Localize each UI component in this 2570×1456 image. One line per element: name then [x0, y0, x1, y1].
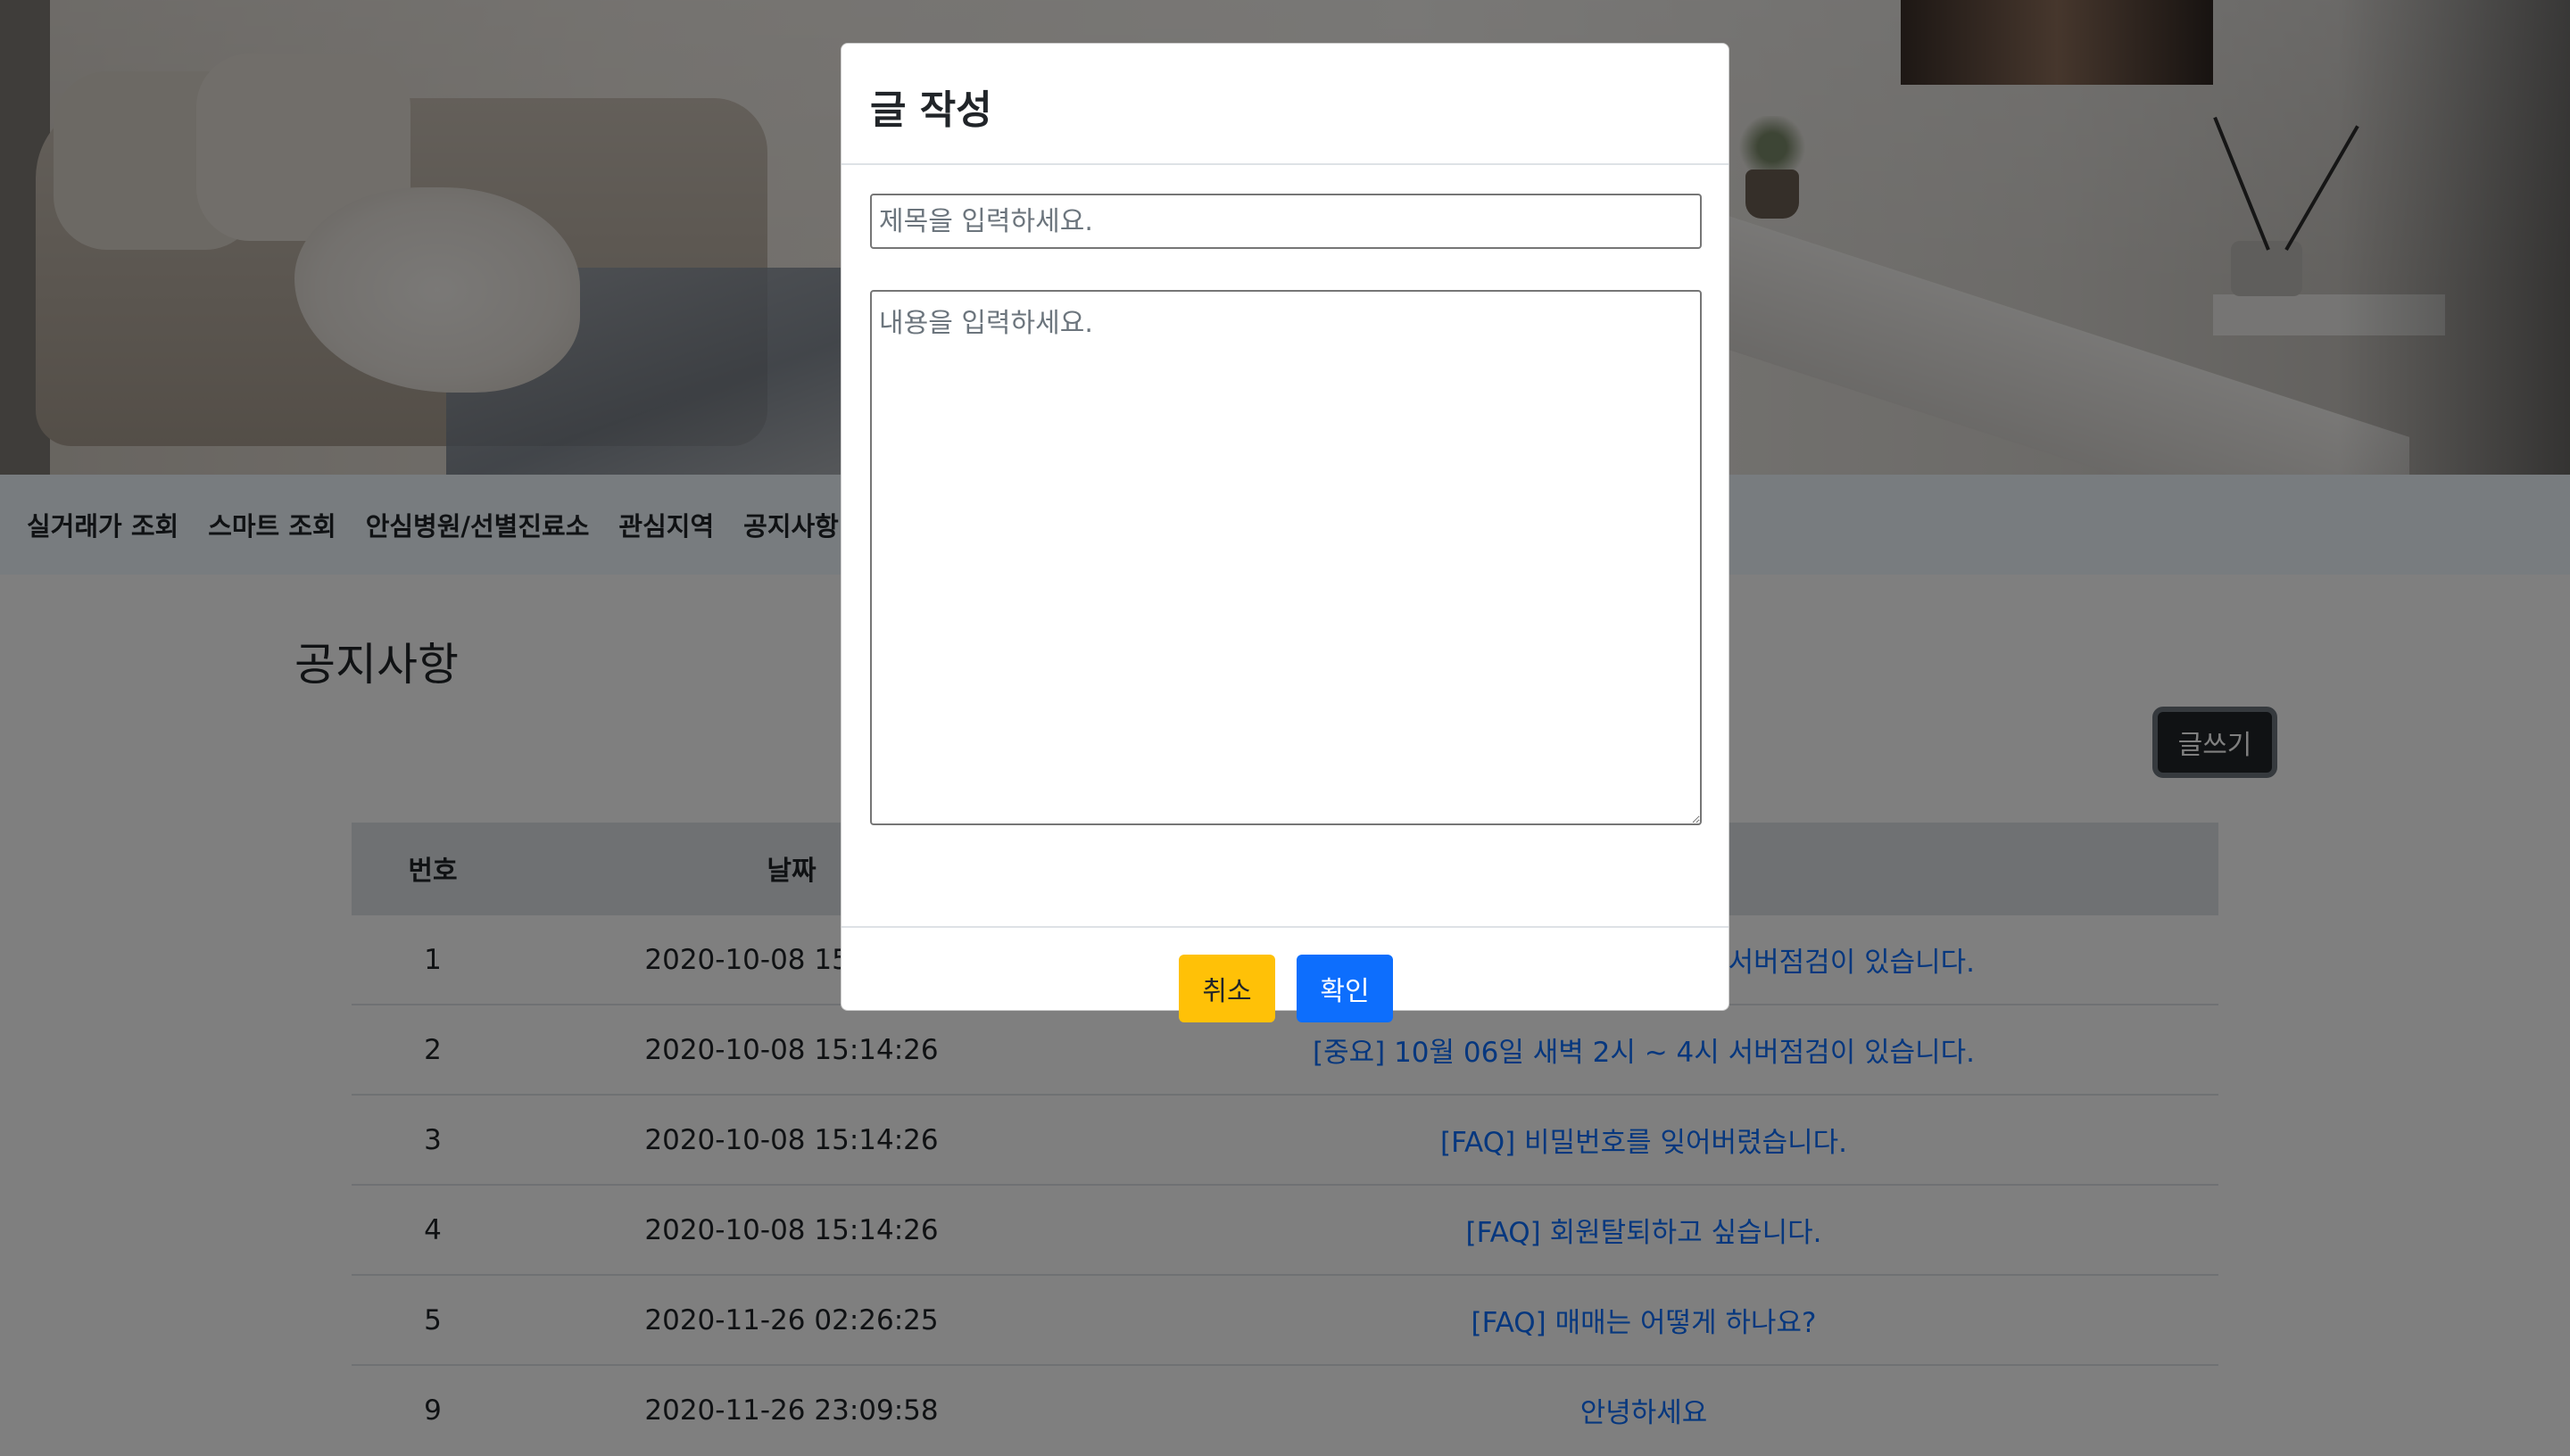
modal-title: 글 작성 [870, 87, 992, 133]
confirm-button[interactable]: 확인 [1297, 955, 1393, 1022]
modal-body [841, 165, 1729, 928]
modal-footer: 취소 확인 [841, 928, 1729, 1022]
cancel-button[interactable]: 취소 [1179, 955, 1275, 1022]
post-title-input[interactable] [870, 194, 1702, 249]
post-content-textarea[interactable] [870, 290, 1702, 825]
modal-header: 글 작성 [841, 44, 1729, 165]
write-post-modal: 글 작성 취소 확인 [841, 43, 1729, 1022]
